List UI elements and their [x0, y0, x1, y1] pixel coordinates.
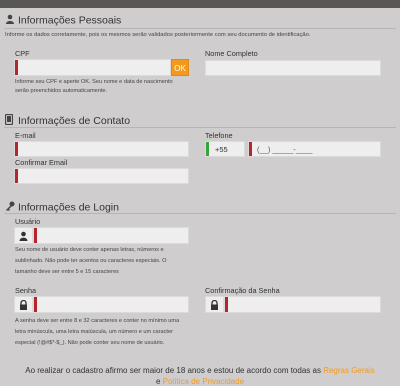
senha-input[interactable] — [33, 296, 189, 313]
cpf-note-line: Informe seu CPF e aperte OK. Seu nome e … — [15, 79, 173, 85]
confirm-senha-addon — [205, 296, 224, 313]
cpf-input[interactable] — [14, 59, 171, 76]
section-title-contato: Informações de Contato — [4, 113, 131, 128]
validation-mark — [34, 228, 37, 243]
telefone-label: Telefone — [205, 131, 233, 140]
confirm-senha-label: Confirmação da Senha — [205, 286, 280, 295]
usuario-addon — [14, 227, 33, 244]
telefone-placeholder: (__) _____-____ — [257, 145, 313, 154]
senha-addon — [14, 296, 33, 313]
section-title-pessoais: Informações Pessoais — [5, 14, 121, 27]
confirm-senha-input[interactable] — [224, 296, 381, 313]
senha-label: Senha — [15, 286, 37, 295]
terms-line-2: e Política de Privacidade — [0, 377, 400, 386]
cpf-note-line: serão preenchidos automaticamente. — [15, 88, 108, 94]
usuario-input[interactable] — [33, 227, 189, 244]
cpf-note: Informe seu CPF e aperte OK. Seu nome e … — [15, 78, 173, 96]
divider — [4, 213, 396, 214]
validation-mark — [225, 297, 228, 312]
terms-conj: e — [155, 377, 161, 386]
validation-mark — [15, 60, 18, 75]
usuario-label: Usuário — [15, 217, 41, 226]
terms-line: Ao realizar o cadastro afirmo ser maior … — [0, 366, 400, 375]
divider — [4, 127, 396, 128]
pessoais-intro: Informe os dados corretamente, pois os m… — [5, 32, 311, 38]
top-strip — [0, 0, 400, 8]
section-title-pessoais-text: Informações Pessoais — [18, 14, 122, 27]
senha-note-line: especial (!@#$*-$_). Não pode conter seu… — [15, 340, 165, 346]
ddi-select[interactable]: +55 — [205, 141, 245, 157]
nome-input[interactable] — [205, 60, 381, 76]
phone-icon — [4, 113, 15, 128]
section-title-login-text: Informações de Login — [18, 201, 119, 214]
section-title-contato-text: Informações de Contato — [18, 114, 131, 127]
nome-label: Nome Completo — [205, 49, 258, 58]
confirm-email-input[interactable] — [14, 168, 189, 184]
person-icon — [19, 228, 28, 245]
usuario-note-line: tamanho deve ser entre 5 e 15 caracteres — [15, 269, 119, 275]
usuario-note: Seu nome de usuário deve conter apenas l… — [15, 245, 166, 278]
usuario-note-line: sublinhado. Não pode ter acentos ou cara… — [15, 258, 167, 264]
regras-gerais-link[interactable]: Regras Gerais — [323, 366, 375, 375]
validation-mark — [34, 297, 37, 312]
email-label: E-mail — [15, 131, 36, 140]
senha-note-line: A senha deve ser entre 8 e 32 caracteres… — [15, 318, 180, 324]
lock-icon — [210, 297, 219, 314]
confirm-email-label: Confirmar Email — [15, 158, 68, 167]
telefone-input[interactable]: (__) _____-____ — [248, 141, 381, 157]
politica-privacidade-link[interactable]: Política de Privacidade — [163, 377, 244, 386]
validation-mark — [15, 142, 18, 156]
cpf-label: CPF — [15, 49, 30, 58]
usuario-note-line: Seu nome de usuário deve conter apenas l… — [15, 247, 164, 253]
cpf-ok-button[interactable]: OK — [171, 59, 189, 76]
validation-mark — [249, 142, 252, 156]
validation-mark-ok — [206, 142, 209, 156]
ddi-value: +55 — [215, 145, 228, 154]
terms-text: Ao realizar o cadastro afirmo ser maior … — [25, 366, 321, 375]
validation-mark — [15, 169, 18, 183]
email-input[interactable] — [14, 141, 189, 157]
senha-note: A senha deve ser entre 8 e 32 caracteres… — [15, 316, 179, 349]
senha-note-line: letra minúscula, uma letra maiúscula, um… — [15, 329, 173, 335]
user-icon — [5, 14, 15, 27]
divider — [4, 28, 396, 29]
lock-icon — [19, 297, 28, 314]
